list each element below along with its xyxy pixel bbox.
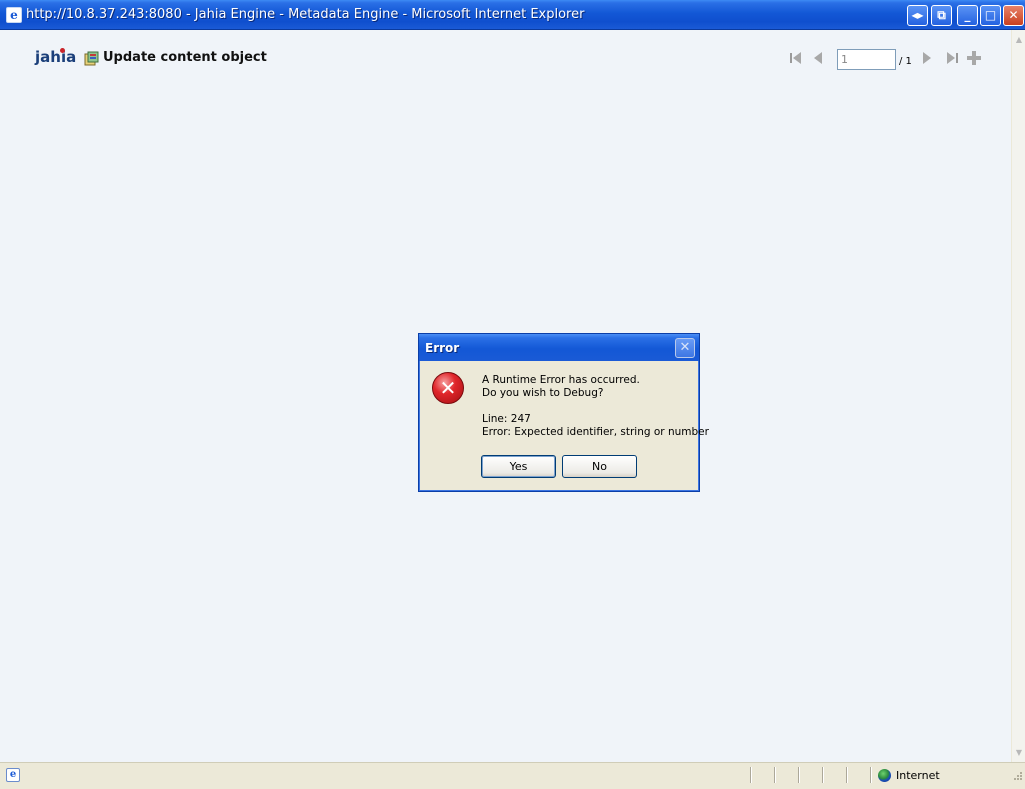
dialog-titlebar[interactable]: Error ✕ <box>419 334 699 361</box>
internet-zone-icon <box>878 769 891 782</box>
window-mode-button[interactable]: ⧉ <box>931 5 952 26</box>
minimize-button[interactable]: _ <box>957 5 978 26</box>
error-dialog: Error ✕ ✕ A Runtime Error has occurred. … <box>418 333 709 492</box>
status-divider <box>870 767 872 783</box>
status-divider <box>822 767 824 783</box>
close-button[interactable]: ✕ <box>1003 5 1024 26</box>
window-titlebar[interactable]: e http://10.8.37.243:8080 - Jahia Engine… <box>0 0 1025 30</box>
resize-grip-icon[interactable] <box>1011 771 1023 783</box>
error-line-number: Line: 247 <box>482 413 531 425</box>
ie-icon[interactable]: e <box>6 7 22 23</box>
add-icon[interactable] <box>966 50 982 66</box>
status-divider <box>774 767 776 783</box>
first-page-icon[interactable] <box>788 50 804 66</box>
status-bar: e Internet <box>0 762 1025 789</box>
error-message-line2: Do you wish to Debug? <box>482 387 604 399</box>
status-divider <box>750 767 752 783</box>
dialog-title: Error <box>425 341 460 355</box>
status-divider <box>846 767 848 783</box>
no-button[interactable]: No <box>562 455 637 478</box>
page-title: Update content object <box>103 50 267 65</box>
restore-tabs-button[interactable]: ◂▸ <box>907 5 928 26</box>
yes-button[interactable]: Yes <box>481 455 556 478</box>
page-total-label: / 1 <box>899 56 912 67</box>
last-page-icon[interactable] <box>944 50 960 66</box>
maximize-button[interactable]: □ <box>980 5 1001 26</box>
scroll-up-icon[interactable]: ▲ <box>1012 32 1025 47</box>
window-title: http://10.8.37.243:8080 - Jahia Engine -… <box>26 7 585 22</box>
error-description: Error: Expected identifier, string or nu… <box>482 426 709 438</box>
status-divider <box>798 767 800 783</box>
error-icon: ✕ <box>432 372 464 404</box>
error-message-line1: A Runtime Error has occurred. <box>482 374 640 386</box>
jahia-logo: jahia <box>35 48 77 66</box>
page-number-input[interactable] <box>837 49 896 70</box>
dialog-close-button[interactable]: ✕ <box>675 338 695 358</box>
logo-dot <box>60 48 65 53</box>
next-page-icon[interactable] <box>919 50 935 66</box>
vertical-scrollbar[interactable]: ▲ ▼ <box>1011 30 1025 762</box>
content-object-icon <box>84 51 99 66</box>
security-zone-label: Internet <box>896 769 940 782</box>
ie-page-icon: e <box>6 768 20 782</box>
previous-page-icon[interactable] <box>810 50 826 66</box>
scroll-down-icon[interactable]: ▼ <box>1012 745 1025 760</box>
